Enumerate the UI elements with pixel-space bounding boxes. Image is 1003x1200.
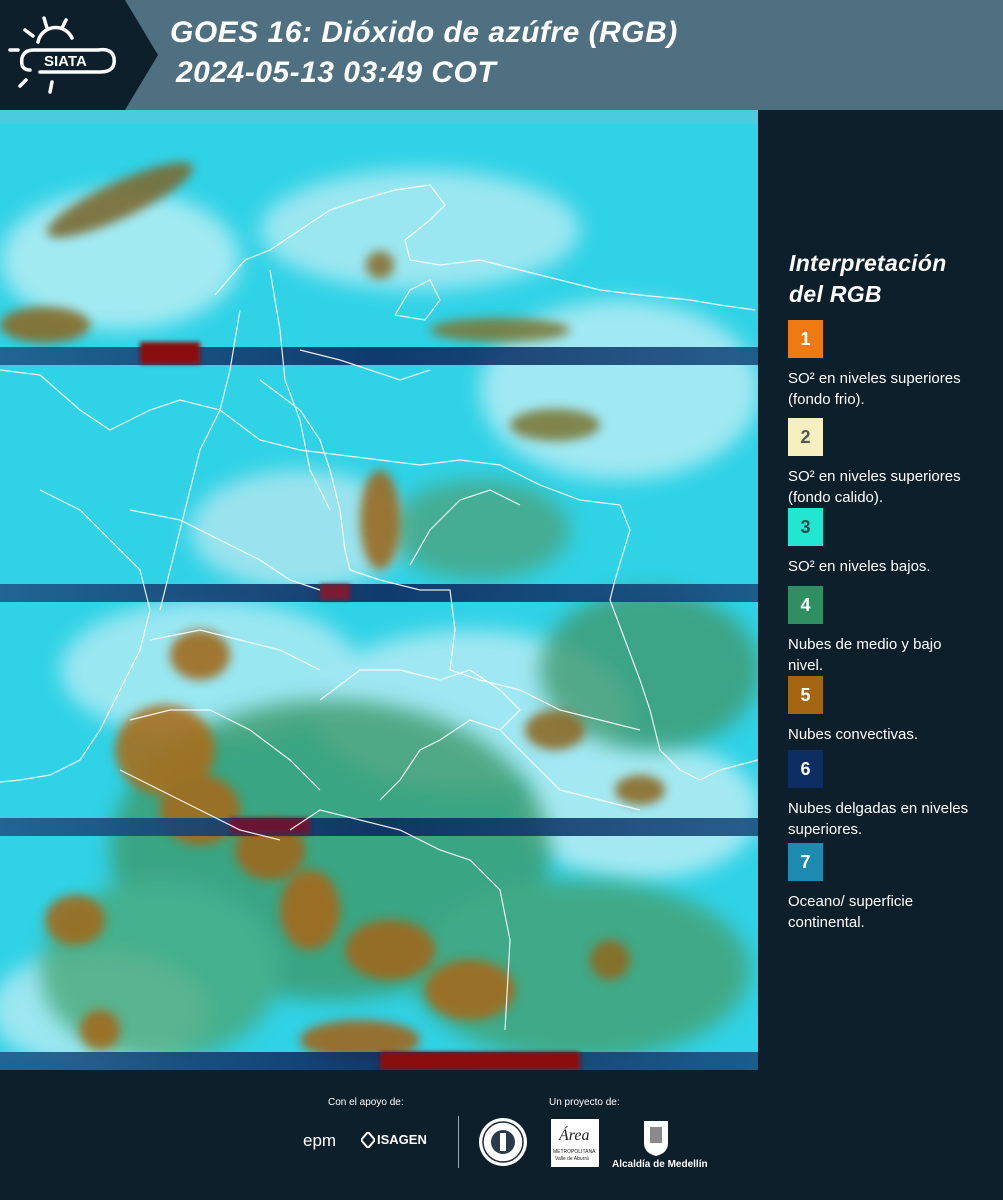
isagen-logo: ISAGEN [359, 1130, 427, 1153]
footer-divider [458, 1116, 459, 1168]
footer: Con el apoyo de: Un proyecto de: epm ISA… [0, 1070, 1003, 1200]
legend-title-line1: Interpretación [789, 250, 947, 276]
legend-swatch: 6 [788, 750, 823, 788]
isagen-icon [359, 1130, 377, 1150]
legend-panel: Interpretación del RGB 1 SO² en niveles … [758, 110, 1003, 1070]
legend-swatch: 3 [788, 508, 823, 546]
project-label: Un proyecto de: [549, 1097, 620, 1108]
legend-item: 6 Nubes delgadas en niveles superiores. [788, 750, 988, 840]
alcaldia-text: Alcaldía de Medellín [612, 1159, 708, 1170]
epm-logo: epm [303, 1131, 337, 1150]
area-logo-sub1: METROPOLITANA [553, 1149, 596, 1155]
legend-label: Oceano/ superficie continental. [788, 893, 914, 931]
isagen-text: ISAGEN [377, 1132, 427, 1147]
siata-logo-text: SIATA [44, 53, 87, 70]
legend-label: SO² en niveles bajos. [788, 558, 931, 575]
legend-title: Interpretación del RGB [789, 248, 989, 310]
area-logo-sub2: Valle de Aburrá [555, 1156, 589, 1162]
page-title-line1: GOES 16: Dióxido de azúfre (RGB) [170, 16, 678, 49]
legend-item: 3 SO² en niveles bajos. [788, 508, 988, 577]
legend-swatch: 4 [788, 586, 823, 624]
legend-swatch: 7 [788, 843, 823, 881]
area-logo-name: Área [559, 1127, 590, 1144]
alcaldia-shield [642, 1119, 670, 1162]
legend-label: Nubes de medio y bajo nivel. [788, 636, 942, 674]
page-title-line2: 2024-05-13 03:49 COT [176, 56, 497, 89]
legend-item: 4 Nubes de medio y bajo nivel. [788, 586, 988, 676]
legend-item: 2 SO² en niveles superiores (fondo calid… [788, 418, 988, 508]
legend-label: SO² en niveles superiores (fondo frio). [788, 370, 961, 408]
satellite-rgb-map [0, 110, 758, 1070]
siata-logo: SIATA [0, 0, 160, 110]
legend-swatch: 5 [788, 676, 823, 714]
legend-swatch: 1 [788, 320, 823, 358]
medellin-seal [478, 1117, 528, 1172]
legend-label: Nubes convectivas. [788, 726, 919, 743]
legend-swatch: 2 [788, 418, 823, 456]
legend-item: 5 Nubes convectivas. [788, 676, 988, 745]
legend-title-line2: del RGB [789, 281, 882, 307]
support-label: Con el apoyo de: [328, 1097, 404, 1108]
legend-item: 1 SO² en niveles superiores (fondo frio)… [788, 320, 988, 410]
legend-label: Nubes delgadas en niveles superiores. [788, 800, 969, 838]
header-bar: SIATA GOES 16: Dióxido de azúfre (RGB) 2… [0, 0, 1003, 110]
legend-item: 7 Oceano/ superficie continental. [788, 843, 988, 933]
area-metropolitana-logo: Área METROPOLITANA Valle de Aburrá [551, 1119, 599, 1167]
legend-label: SO² en niveles superiores (fondo calido)… [788, 468, 961, 506]
